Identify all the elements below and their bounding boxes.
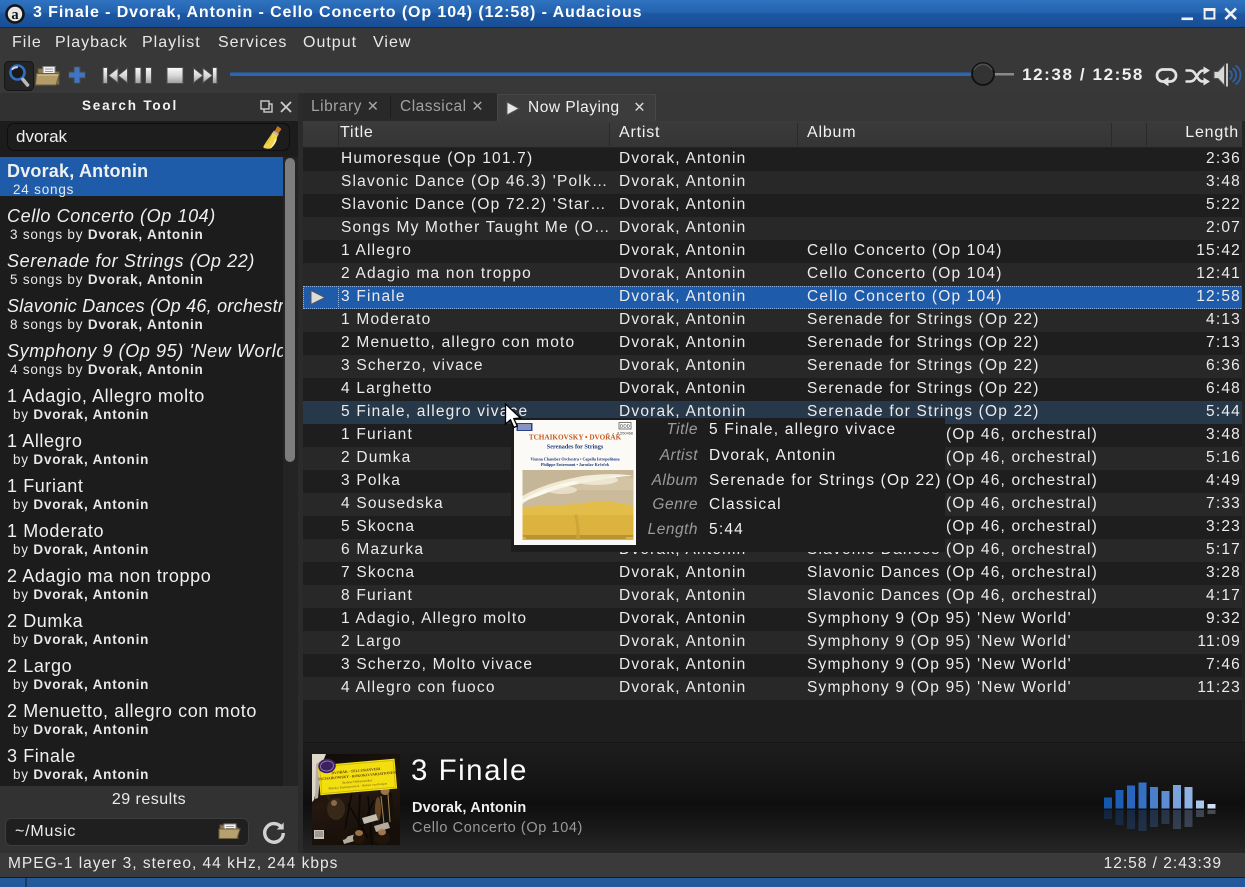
svg-text:Serenades for Strings: Serenades for Strings (547, 443, 604, 450)
svg-text:Vienna Chamber Orchestra • Cap: Vienna Chamber Orchestra • Capella Istro… (530, 457, 619, 462)
svg-text:TCHAIKOVSKY • DVOŘÁK: TCHAIKOVSKY • DVOŘÁK (529, 432, 622, 442)
svg-text:DDD: DDD (620, 424, 631, 429)
svg-text:a: a (11, 7, 19, 23)
svg-text:12:38 / 12:58: 12:38 / 12:58 (1022, 65, 1144, 84)
svg-text:Philippe Entremont • Jaroslav: Philippe Entremont • Jaroslav Krčeček (541, 462, 610, 467)
